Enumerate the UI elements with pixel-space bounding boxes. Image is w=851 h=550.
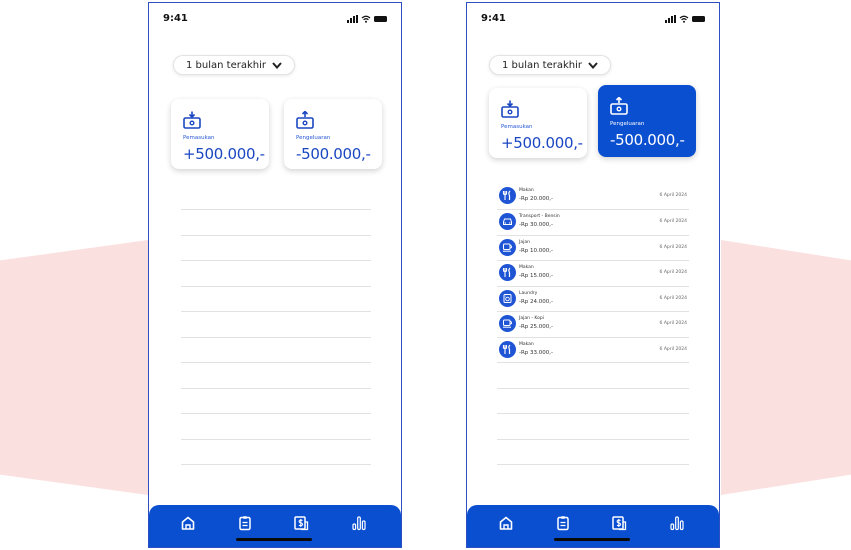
list-divider	[181, 337, 371, 338]
background-band-right	[721, 240, 851, 495]
battery-icon	[692, 16, 705, 22]
list-divider	[181, 464, 371, 465]
list-divider	[497, 464, 689, 465]
list-icon[interactable]	[555, 515, 571, 531]
laundry-icon	[499, 290, 516, 307]
list-divider	[497, 413, 689, 414]
money-out-icon	[296, 111, 314, 129]
transaction-row[interactable]: Makan -Rp 20.000,- 6 April 2024	[497, 184, 689, 209]
transaction-date: 6 April 2024	[659, 347, 687, 352]
list-divider	[181, 362, 371, 363]
expense-amount: -500.000,-	[610, 131, 685, 149]
transaction-row[interactable]: Makan -Rp 15.000,- 6 April 2024	[497, 261, 689, 286]
income-label: Pemasukan	[183, 135, 215, 141]
transaction-title: Makan	[519, 265, 534, 270]
period-dropdown[interactable]: 1 bulan terakhir	[173, 55, 295, 75]
period-label: 1 bulan terakhir	[502, 59, 582, 71]
signal-icon	[347, 15, 358, 23]
transaction-amount: -Rp 33.000,-	[519, 350, 554, 356]
chevron-down-icon	[588, 61, 598, 69]
list-divider	[181, 260, 371, 261]
period-dropdown[interactable]: 1 bulan terakhir	[489, 55, 611, 75]
transaction-title: Jajan	[519, 240, 530, 245]
list-divider	[181, 286, 371, 287]
bottom-nav	[467, 505, 719, 547]
coffee-icon	[499, 315, 516, 332]
food-icon	[499, 341, 516, 358]
list-divider	[181, 413, 371, 414]
transaction-date: 6 April 2024	[659, 296, 687, 301]
status-time: 9:41	[163, 13, 188, 24]
list-divider	[181, 388, 371, 389]
transaction-row[interactable]: Laundry -Rp 24.000,- 6 April 2024	[497, 287, 689, 312]
food-icon	[499, 264, 516, 281]
wifi-icon	[679, 15, 689, 23]
income-label: Pemasukan	[501, 124, 533, 130]
home-icon[interactable]	[180, 515, 196, 531]
expense-label: Pengeluaran	[296, 135, 331, 141]
expense-label: Pengeluaran	[610, 121, 645, 127]
car-icon	[499, 213, 516, 230]
money-in-icon	[183, 111, 201, 129]
transaction-row[interactable]: Transport - Bensin -Rp 30.000,- 6 April …	[497, 210, 689, 235]
list-divider	[497, 388, 689, 389]
status-time: 9:41	[481, 13, 506, 24]
signal-icon	[665, 15, 676, 23]
wifi-icon	[361, 15, 371, 23]
transaction-row[interactable]: Jajan - Kopi -Rp 25.000,- 6 April 2024	[497, 312, 689, 337]
home-indicator	[236, 538, 312, 541]
home-indicator	[554, 538, 630, 541]
list-divider	[181, 209, 371, 210]
expense-amount: -500.000,-	[296, 145, 371, 163]
transaction-date: 6 April 2024	[659, 321, 687, 326]
transaction-date: 6 April 2024	[659, 193, 687, 198]
list-divider	[181, 235, 371, 236]
coffee-icon	[499, 239, 516, 256]
transaction-amount: -Rp 25.000,-	[519, 324, 554, 330]
food-icon	[499, 187, 516, 204]
transaction-amount: -Rp 30.000,-	[519, 222, 554, 228]
list-divider	[497, 439, 689, 440]
status-bar: 9:41	[149, 13, 401, 29]
background-band-left	[0, 240, 148, 495]
budget-icon[interactable]	[293, 515, 309, 531]
transaction-amount: -Rp 15.000,-	[519, 273, 554, 279]
transaction-amount: -Rp 20.000,-	[519, 196, 554, 202]
income-card[interactable]: Pemasukan +500.000,-	[171, 99, 269, 169]
chevron-down-icon	[272, 61, 282, 69]
transaction-row[interactable]: Makan -Rp 33.000,- 6 April 2024	[497, 338, 689, 363]
stats-icon[interactable]	[351, 515, 367, 531]
transaction-date: 6 April 2024	[659, 219, 687, 224]
list-divider	[181, 311, 371, 312]
transaction-title: Jajan - Kopi	[519, 316, 545, 321]
transaction-title: Laundry	[519, 291, 538, 296]
expense-card-selected[interactable]: Pengeluaran -500.000,-	[598, 85, 696, 157]
transaction-date: 6 April 2024	[659, 270, 687, 275]
money-in-icon	[501, 100, 519, 118]
income-card[interactable]: Pemasukan +500.000,-	[489, 88, 587, 158]
transaction-row[interactable]: Jajan -Rp 10.000,- 6 April 2024	[497, 236, 689, 261]
phone-screen-empty: 9:41 1 bulan terakhir Pemasukan +500.000…	[148, 2, 402, 548]
income-amount: +500.000,-	[183, 145, 265, 163]
stats-icon[interactable]	[669, 515, 685, 531]
home-icon[interactable]	[498, 515, 514, 531]
transaction-title: Makan	[519, 188, 534, 193]
expense-card[interactable]: Pengeluaran -500.000,-	[284, 99, 382, 169]
bottom-nav	[149, 505, 401, 547]
list-divider	[181, 439, 371, 440]
battery-icon	[374, 16, 387, 22]
transaction-amount: -Rp 24.000,-	[519, 299, 554, 305]
budget-icon[interactable]	[611, 515, 627, 531]
transaction-amount: -Rp 10.000,-	[519, 248, 554, 254]
money-out-icon	[610, 97, 628, 115]
phone-screen-expenses: 9:41 1 bulan terakhir Pemasukan +500.000…	[466, 2, 720, 548]
income-amount: +500.000,-	[501, 134, 583, 152]
list-divider	[497, 362, 689, 363]
period-label: 1 bulan terakhir	[186, 59, 266, 71]
list-icon[interactable]	[237, 515, 253, 531]
transaction-title: Makan	[519, 342, 534, 347]
transaction-date: 6 April 2024	[659, 245, 687, 250]
status-bar: 9:41	[467, 13, 719, 29]
transaction-title: Transport - Bensin	[519, 214, 560, 219]
